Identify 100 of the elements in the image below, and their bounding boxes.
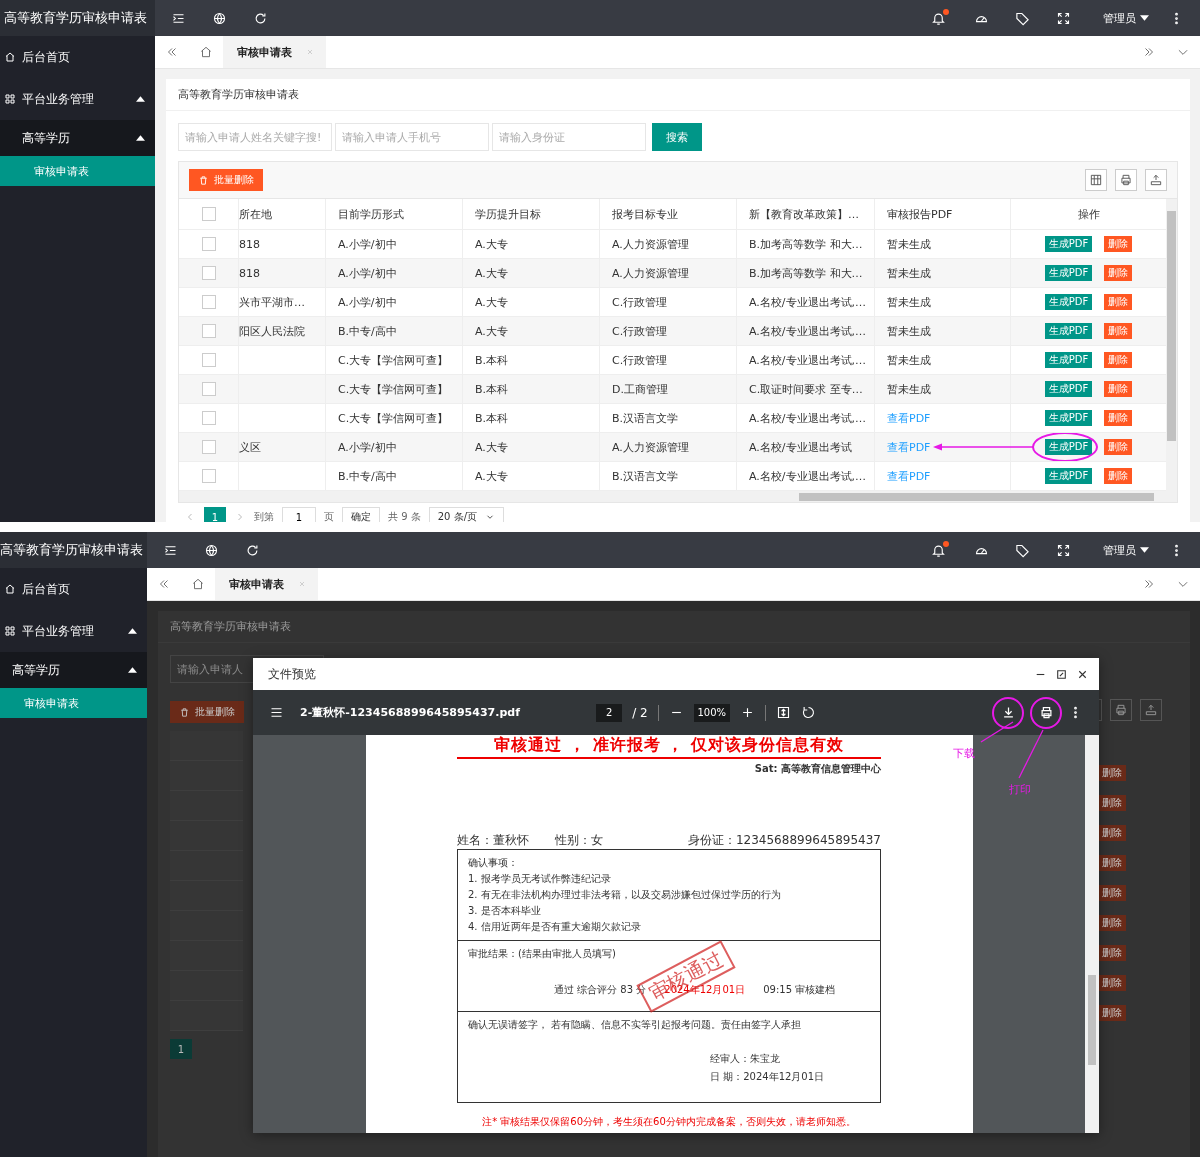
menu-icon[interactable] — [269, 705, 284, 720]
column-header: 操作 — [1077, 206, 1100, 222]
generate-pdf-button[interactable]: 生成PDF — [1044, 439, 1093, 455]
table-cell: A.人力资源管理 — [612, 265, 689, 281]
home-icon[interactable] — [199, 45, 213, 59]
print-icon[interactable] — [1110, 699, 1132, 721]
table-cell: B.加考高等数学 和大… — [749, 265, 863, 281]
table-cell: A.名校/专业退出考试 — [749, 439, 852, 455]
scroll-left-icon[interactable] — [165, 45, 179, 59]
generate-pdf-button[interactable]: 生成PDF — [1044, 265, 1093, 281]
maximize-icon[interactable] — [1055, 667, 1068, 681]
checkbox[interactable] — [201, 382, 216, 396]
bell-icon[interactable] — [931, 10, 946, 26]
checkbox[interactable] — [201, 266, 216, 280]
sidebar-item[interactable]: 后台首页 — [0, 36, 155, 78]
table-cell: C.行政管理 — [612, 352, 668, 368]
search-button[interactable]: 搜索 — [652, 123, 702, 151]
column-header: 报考目标专业 — [612, 206, 678, 222]
sidebar-item[interactable]: 审核申请表 — [0, 688, 147, 718]
checkbox[interactable] — [201, 440, 216, 454]
refresh-icon[interactable] — [253, 10, 268, 26]
globe-icon[interactable] — [212, 10, 227, 26]
table-cell: A.名校/专业退出考试,… — [749, 294, 867, 310]
tag-icon[interactable] — [1015, 542, 1030, 558]
refresh-icon[interactable] — [245, 542, 260, 558]
checkbox[interactable] — [201, 353, 216, 367]
delete-button[interactable]: 删除 — [1098, 855, 1126, 871]
table-cell: A.小学/初中 — [338, 265, 397, 281]
name-text: 姓名：董秋怀 — [457, 832, 529, 849]
generate-pdf-button[interactable]: 生成PDF — [1044, 294, 1093, 310]
delete-button[interactable]: 删除 — [1098, 825, 1126, 841]
generate-pdf-button[interactable]: 生成PDF — [1044, 381, 1093, 397]
delete-button[interactable]: 删除 — [1098, 915, 1126, 931]
page-button[interactable]: 1 — [170, 1039, 192, 1059]
checkbox[interactable] — [201, 207, 216, 221]
fit-page-icon[interactable] — [775, 705, 791, 720]
delete-button[interactable]: 删除 — [1098, 945, 1126, 961]
generate-pdf-button[interactable]: 生成PDF — [1044, 352, 1093, 368]
page-input[interactable]: 1 — [282, 507, 316, 522]
vertical-scrollbar[interactable] — [1166, 199, 1177, 491]
fullscreen-icon[interactable] — [1056, 10, 1071, 26]
checkbox[interactable] — [201, 295, 216, 309]
generate-pdf-button[interactable]: 生成PDF — [1044, 323, 1093, 339]
table-cell: 阳区人民法院 — [239, 323, 305, 339]
checkbox[interactable] — [201, 411, 216, 425]
page-number-field[interactable]: 2 — [596, 703, 623, 722]
globe-icon[interactable] — [204, 542, 219, 558]
scroll-left-icon[interactable] — [157, 577, 171, 591]
table-cell: 暂未生成 — [887, 236, 931, 252]
sidebar-item[interactable]: 后台首页 — [0, 568, 147, 610]
zoom-field[interactable]: 100% — [693, 703, 730, 722]
table-cell: A.人力资源管理 — [612, 439, 689, 455]
sidebar-item[interactable]: 高等学历 — [0, 120, 155, 156]
delete-button[interactable]: 删除 — [1098, 1005, 1126, 1021]
checkbox[interactable] — [201, 237, 216, 251]
user-menu[interactable]: 管理员 — [1103, 10, 1149, 26]
sidebar-item[interactable]: 高等学历 — [0, 652, 147, 688]
export-icon[interactable] — [1140, 699, 1162, 721]
generate-pdf-button[interactable]: 生成PDF — [1044, 410, 1093, 426]
table-cell: B.本科 — [475, 410, 509, 426]
print-button[interactable] — [1030, 696, 1062, 729]
table-cell: A.小学/初中 — [338, 439, 397, 455]
user-menu[interactable]: 管理员 — [1103, 542, 1149, 558]
scroll-right-icon[interactable] — [1142, 577, 1156, 591]
id-number-text: 身份证：1234568899645895437 — [687, 832, 881, 849]
rotate-icon[interactable] — [800, 705, 816, 720]
print-icon — [1038, 705, 1054, 720]
delete-button[interactable]: 删除 — [1098, 765, 1126, 781]
tab[interactable]: 审核申请表 — [215, 568, 318, 600]
trash-icon — [179, 706, 190, 718]
delete-button[interactable]: 删除 — [1098, 795, 1126, 811]
scroll-right-icon[interactable] — [1142, 45, 1156, 59]
sidebar-item[interactable]: 审核申请表 — [0, 156, 155, 186]
download-button[interactable] — [992, 696, 1024, 729]
confirm-item: 2. 有无在非法机构办理过非法考籍，以及交易涉嫌包过保过学历的行为 — [468, 888, 782, 902]
confirm-button[interactable]: 确定 — [342, 507, 380, 522]
checkbox[interactable] — [201, 469, 216, 483]
table-cell: B.汉语言文学 — [612, 410, 679, 426]
column-header: 所在地 — [239, 206, 272, 222]
delete-button[interactable]: 删除 — [1098, 975, 1126, 991]
gender-text: 性别：女 — [555, 832, 603, 849]
sidebar-item[interactable]: 平台业务管理 — [0, 610, 147, 652]
checkbox[interactable] — [201, 324, 216, 338]
columns-icon[interactable] — [1085, 169, 1107, 191]
tag-icon[interactable] — [1015, 10, 1030, 26]
sidebar-item[interactable]: 平台业务管理 — [0, 78, 155, 120]
horizontal-scrollbar[interactable] — [179, 491, 1177, 502]
tab[interactable]: 审核申请表 — [223, 36, 326, 68]
column-header: 学历提升目标 — [475, 206, 541, 222]
bell-icon[interactable] — [931, 542, 946, 558]
fullscreen-icon[interactable] — [1056, 542, 1071, 558]
generate-pdf-button[interactable]: 生成PDF — [1044, 468, 1093, 484]
page-size-select[interactable]: 20 条/页 — [428, 507, 504, 522]
page-button[interactable]: 1 — [204, 507, 226, 522]
document-heading: 审核通过 ， 准许报考 ， 仅对该身份信息有效 — [457, 735, 881, 759]
home-icon[interactable] — [191, 577, 205, 591]
generate-pdf-button[interactable]: 生成PDF — [1044, 236, 1093, 252]
delete-button[interactable]: 删除 — [1098, 885, 1126, 901]
batch-delete-button[interactable]: 批量删除 — [170, 701, 244, 723]
vertical-scrollbar[interactable] — [1085, 735, 1099, 1133]
